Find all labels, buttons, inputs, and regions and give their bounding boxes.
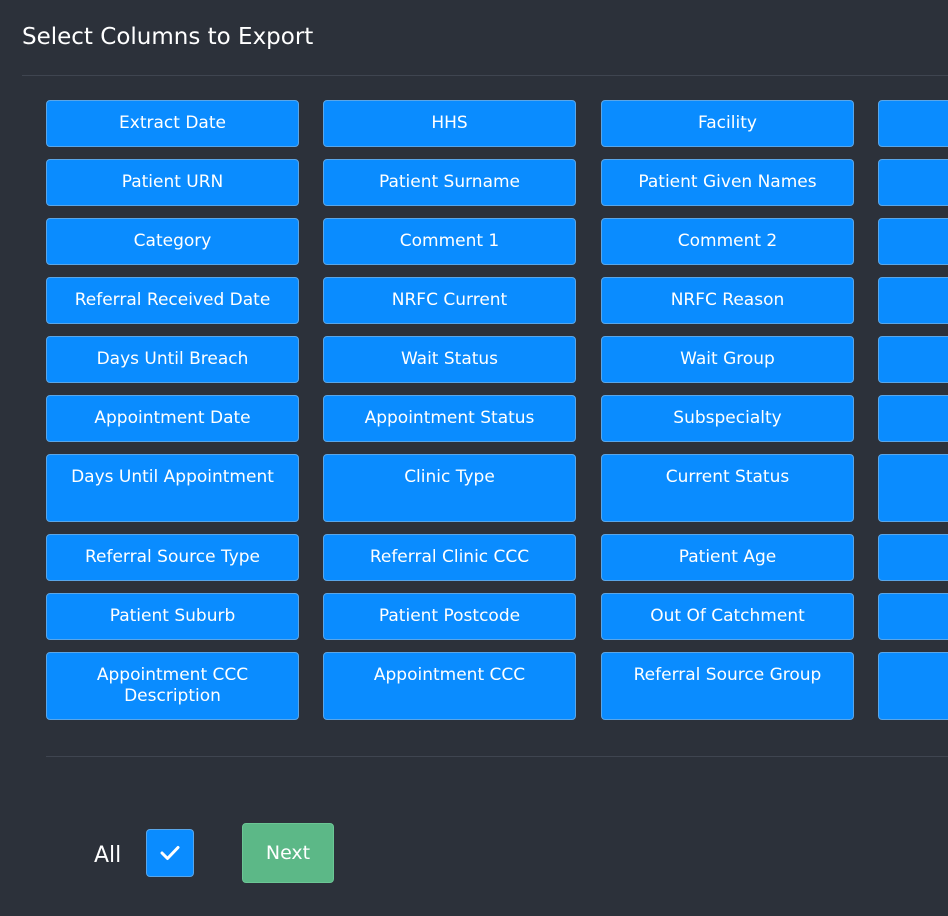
column-button[interactable]: Appointment CCC Description [46,652,299,720]
column-button[interactable]: Wait Group [601,336,854,383]
column-button[interactable]: P [878,534,948,581]
column-button[interactable]: Current Status [601,454,854,522]
column-button[interactable]: HHS [323,100,576,147]
column-button[interactable]: Comment 2 [601,218,854,265]
column-button[interactable] [878,218,948,265]
column-grid: Extract Date HHS Facility Patient URN Patien… [0,0,948,916]
column-button[interactable]: Facility [601,100,854,147]
column-button[interactable]: F [878,336,948,383]
column-button[interactable]: Days Until Appointment [46,454,299,522]
column-button[interactable]: NRFC Current [323,277,576,324]
column-button[interactable]: Referral Clinic CCC [323,534,576,581]
column-button[interactable]: R [878,454,948,522]
column-button[interactable]: Comment 1 [323,218,576,265]
column-button[interactable]: Appoi [878,395,948,442]
column-button[interactable]: Patient URN [46,159,299,206]
column-button[interactable]: Appointment CCC [323,652,576,720]
column-button[interactable]: Referral Source Type [46,534,299,581]
column-button[interactable]: Patient Postcode [323,593,576,640]
column-button[interactable]: Patient Age [601,534,854,581]
check-icon [160,846,180,860]
column-button[interactable] [878,100,948,147]
column-button[interactable]: Category [46,218,299,265]
column-button[interactable]: Out Of Catchment [601,593,854,640]
column-button[interactable] [878,593,948,640]
column-button[interactable]: Days Until Breach [46,336,299,383]
column-button[interactable]: Patient Given Names [601,159,854,206]
column-button[interactable]: Appointment Date [46,395,299,442]
column-button[interactable]: Patient Suburb [46,593,299,640]
next-button[interactable]: Next [242,823,334,883]
column-button[interactable]: Extract Date [46,100,299,147]
column-button[interactable]: NRFC Reason [601,277,854,324]
column-button[interactable]: Subspecialty [601,395,854,442]
column-button[interactable]: Appointment Status [323,395,576,442]
bottom-divider [46,756,948,757]
column-button[interactable]: Clinic Type [323,454,576,522]
column-button[interactable]: Referral Received Date [46,277,299,324]
column-button[interactable]: Pati [878,159,948,206]
column-button[interactable]: Wait Status [323,336,576,383]
column-button[interactable]: Referral Source Group [601,652,854,720]
all-label: All [94,843,122,868]
column-button[interactable]: Patient Surname [323,159,576,206]
column-button[interactable]: Cu [878,277,948,324]
column-button[interactable]: Refe [878,652,948,720]
all-checkbox[interactable] [146,829,194,877]
